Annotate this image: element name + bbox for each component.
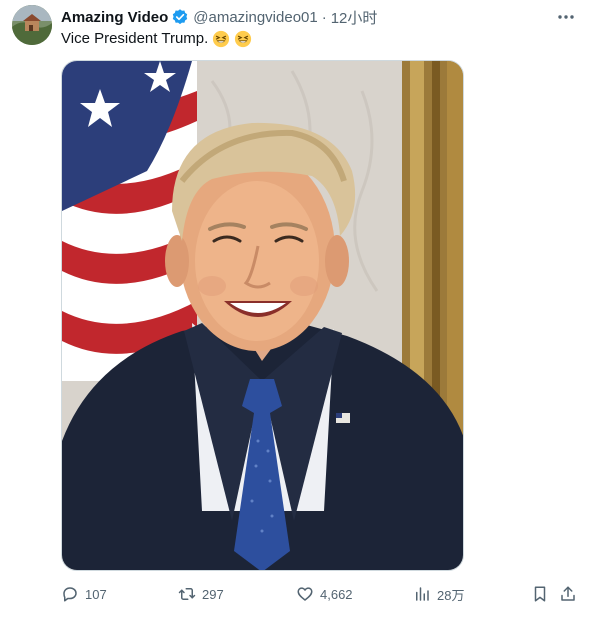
more-options-button[interactable]	[554, 7, 578, 27]
tweet-image[interactable]	[61, 60, 464, 571]
more-dots-icon	[558, 15, 574, 19]
tweet-header: Amazing Video @amazingvideo01 · 12小时	[61, 7, 377, 27]
bookmark-button[interactable]	[531, 582, 549, 606]
tweet-card[interactable]: Amazing Video @amazingvideo01 · 12小时 Vic…	[0, 0, 592, 618]
like-button[interactable]: 4,662	[296, 582, 353, 606]
share-icon	[561, 586, 575, 601]
bookmark-icon	[534, 586, 546, 602]
separator-dot: ·	[321, 8, 327, 26]
reply-count: 107	[85, 586, 107, 602]
tweet-text: Vice President Trump.	[61, 29, 252, 49]
tweet-body: Vice President Trump.	[61, 30, 209, 47]
views-chart-icon	[416, 587, 429, 601]
retweet-icon	[178, 588, 196, 600]
user-handle[interactable]: @amazingvideo01	[193, 9, 317, 26]
views-button[interactable]: 28万	[413, 582, 464, 606]
reply-icon	[63, 587, 77, 602]
action-bar: 107 297 4,662 28万	[61, 582, 581, 606]
retweet-button[interactable]: 297	[178, 582, 224, 606]
grinning-squinting-emoji-icon	[213, 30, 230, 48]
views-count: 28万	[437, 587, 465, 603]
retweet-count: 297	[202, 586, 224, 602]
tweet-timestamp[interactable]: 12小时	[331, 7, 378, 28]
like-count: 4,662	[320, 586, 353, 602]
display-name[interactable]: Amazing Video	[61, 9, 168, 26]
avatar[interactable]	[12, 5, 52, 45]
reply-button[interactable]: 107	[61, 582, 107, 606]
verified-badge-icon[interactable]	[171, 8, 189, 26]
heart-icon	[297, 587, 313, 601]
share-button[interactable]	[559, 582, 577, 606]
grinning-squinting-emoji-icon	[235, 30, 252, 48]
